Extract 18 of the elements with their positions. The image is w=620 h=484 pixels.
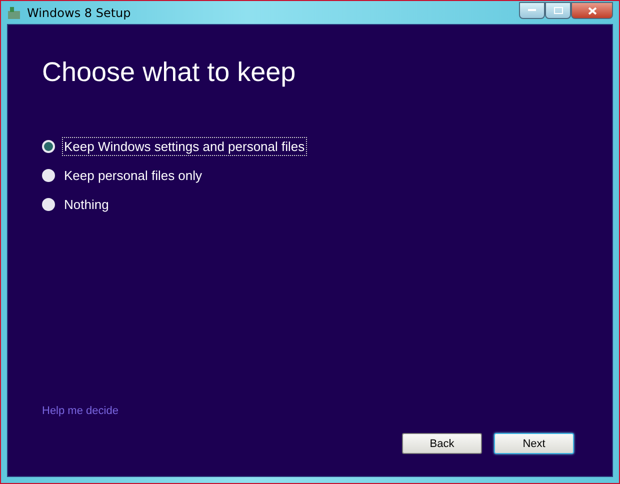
close-icon <box>588 6 596 14</box>
radio-button[interactable] <box>42 169 55 182</box>
setup-app-icon <box>7 6 21 20</box>
minimize-button[interactable] <box>519 2 545 19</box>
help-link[interactable]: Help me decide <box>42 405 574 417</box>
maximize-icon <box>554 7 562 14</box>
maximize-button[interactable] <box>545 2 571 19</box>
window-title: Windows 8 Setup <box>27 6 132 20</box>
minimize-icon <box>528 9 536 12</box>
option-label[interactable]: Nothing <box>63 196 110 213</box>
next-button[interactable]: Next <box>494 433 574 454</box>
page-heading: Choose what to keep <box>42 57 297 88</box>
option-label[interactable]: Keep personal files only <box>63 167 204 184</box>
close-button[interactable] <box>571 2 613 19</box>
radio-button[interactable] <box>42 140 55 153</box>
back-button[interactable]: Back <box>402 433 482 454</box>
option-label[interactable]: Keep Windows settings and personal files <box>63 138 306 155</box>
radio-button[interactable] <box>42 198 55 211</box>
